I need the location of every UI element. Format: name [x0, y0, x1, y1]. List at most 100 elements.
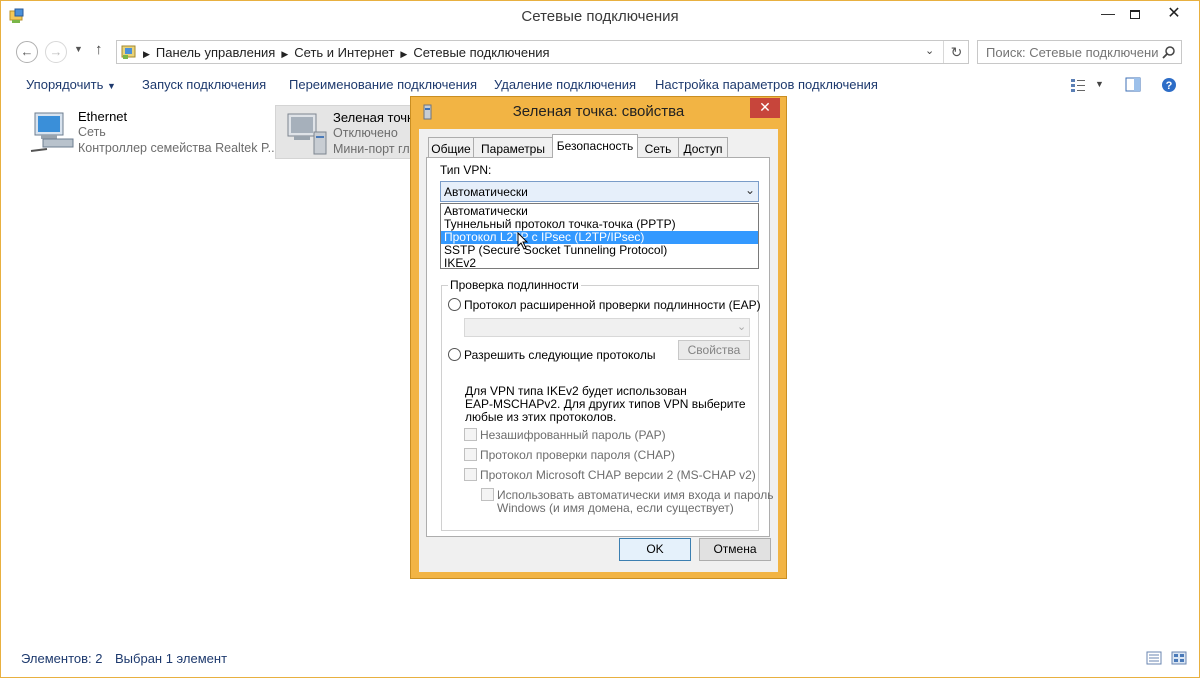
close-icon: ✕: [1167, 5, 1181, 22]
tab-sharing[interactable]: Доступ: [678, 137, 728, 157]
eap-radio[interactable]: [448, 298, 461, 311]
auth-group-label: Проверка подлинности: [448, 278, 581, 292]
title-bar: Сетевые подключения — ✕: [1, 1, 1199, 33]
search-input[interactable]: [978, 41, 1158, 63]
vpn-adapter-icon: [287, 113, 327, 155]
organize-menu[interactable]: Упорядочить ▼: [26, 77, 116, 92]
back-arrow-icon: ←: [20, 44, 34, 59]
authentication-group: Проверка подлинности Протокол расширенно…: [441, 278, 773, 531]
mouse-cursor-icon: [517, 232, 529, 250]
connection-device: Мини-порт гл: [333, 142, 410, 156]
autologon-label-line2: Windows (и имя домена, если существует): [497, 501, 734, 515]
chap-checkbox[interactable]: [464, 448, 477, 461]
window-title: Сетевые подключения: [521, 8, 679, 25]
address-bar[interactable]: ▶ Панель управления ▶ Сеть и Интернет ▶ Сетев…: [116, 40, 969, 64]
svg-text:?: ?: [1166, 80, 1173, 92]
view-options-dropdown[interactable]: ▼: [1095, 79, 1104, 89]
vpn-type-value: Автоматически: [444, 185, 528, 199]
address-dropdown-button[interactable]: ⌄: [925, 44, 934, 57]
navigation-bar: ← → ▼ ↑ ▶ Панель управления ▶ Сеть и Интерн…: [1, 35, 1199, 67]
minimize-icon: —: [1101, 5, 1115, 21]
tab-network[interactable]: Сеть: [637, 137, 679, 157]
search-icon[interactable]: [1162, 45, 1176, 59]
maximize-button[interactable]: [1121, 1, 1149, 25]
preview-pane-icon[interactable]: [1125, 77, 1141, 92]
large-icons-view-icon[interactable]: [1171, 651, 1187, 665]
list-item[interactable]: Ethernet Сеть Контроллер семейства Realt…: [21, 105, 278, 159]
chevron-down-icon: ⌄: [745, 183, 756, 197]
allow-protocols-label: Разрешить следующие протоколы: [464, 348, 656, 362]
eap-properties-button[interactable]: Свойства: [678, 340, 750, 360]
breadcrumb-control-panel[interactable]: Панель управления: [156, 45, 275, 60]
dialog-close-button[interactable]: ✕: [750, 98, 780, 118]
recent-locations-dropdown[interactable]: ▼: [74, 44, 83, 54]
connection-status: Отключено: [333, 126, 398, 140]
details-view-icon[interactable]: [1146, 651, 1162, 665]
properties-dialog: Зеленая точка: свойства ✕ Общие Параметр…: [410, 96, 787, 579]
connection-name: Ethernet: [78, 109, 128, 124]
refresh-icon: ↻: [950, 44, 963, 60]
dialog-title: Зеленая точка: свойства: [512, 103, 685, 120]
connection-status: Сеть: [78, 125, 106, 139]
connection-settings-button[interactable]: Настройка параметров подключения: [655, 77, 878, 92]
breadcrumb-network-connections[interactable]: Сетевые подключения: [413, 45, 549, 60]
eap-label: Протокол расширенной проверки подлинност…: [464, 298, 761, 312]
rename-connection-button[interactable]: Переименование подключения: [289, 77, 477, 92]
ok-button[interactable]: OK: [619, 538, 691, 561]
dialog-body: Общие Параметры Безопасность Сеть Доступ…: [419, 129, 778, 572]
mschap-checkbox[interactable]: [464, 468, 477, 481]
minimize-button[interactable]: —: [1094, 1, 1122, 25]
pap-checkbox[interactable]: [464, 428, 477, 441]
vpn-type-select[interactable]: Автоматически ⌄: [440, 181, 759, 202]
cancel-button[interactable]: Отмена: [699, 538, 771, 561]
status-bar: Элементов: 2 Выбран 1 элемент: [1, 647, 1199, 671]
change-view-icon[interactable]: [1070, 78, 1086, 93]
pap-label: Незашифрованный пароль (PAP): [480, 428, 666, 442]
chevron-down-icon: ▼: [74, 44, 83, 54]
close-button[interactable]: ✕: [1150, 1, 1198, 25]
forward-arrow-icon: →: [49, 44, 63, 59]
allow-protocols-radio[interactable]: [448, 348, 461, 361]
search-box[interactable]: [977, 40, 1182, 64]
tab-security[interactable]: Безопасность: [552, 134, 638, 158]
ethernet-adapter-icon: [30, 112, 74, 152]
breadcrumb-separator-icon: ▶: [281, 49, 289, 59]
chap-label: Протокол проверки пароля (CHAP): [480, 448, 676, 462]
mschap-label: Протокол Microsoft CHAP версии 2 (MS-CHA…: [480, 468, 756, 482]
chevron-down-icon: ⌄: [737, 321, 747, 333]
selection-count: Выбран 1 элемент: [115, 651, 228, 666]
delete-connection-button[interactable]: Удаление подключения: [494, 77, 636, 92]
tab-general[interactable]: Общие: [428, 137, 474, 157]
help-icon[interactable]: ?: [1161, 77, 1177, 93]
protocols-note-line3: любые из этих протоколов.: [465, 410, 617, 424]
connection-name: Зеленая точка: [333, 110, 421, 125]
vpn-option-sstp[interactable]: SSTP (Secure Socket Tunneling Protocol): [441, 244, 758, 257]
up-arrow-icon: ↑: [95, 41, 103, 58]
chevron-down-icon: ▼: [1095, 79, 1104, 89]
tab-parameters[interactable]: Параметры: [473, 137, 553, 157]
refresh-button[interactable]: ↻: [943, 41, 969, 63]
breadcrumb-network-internet[interactable]: Сеть и Интернет: [294, 45, 394, 60]
protocols-note-line2: EAP-MSCHAPv2. Для других типов VPN выбер…: [465, 397, 746, 411]
eap-method-select[interactable]: ⌄: [464, 318, 750, 337]
security-tab-panel: Тип VPN: Автоматически ⌄ Автоматически Т…: [426, 157, 773, 537]
item-count: Элементов: 2: [21, 651, 103, 666]
vpn-type-dropdown-list: Автоматически Туннельный протокол точка-…: [440, 203, 759, 269]
control-panel-icon: [121, 45, 136, 59]
autologon-label-line1: Использовать автоматически имя входа и п…: [497, 488, 774, 502]
vpn-option-ikev2[interactable]: IKEv2: [441, 257, 758, 270]
vpn-type-label: Тип VPN:: [440, 163, 492, 177]
back-button[interactable]: ←: [16, 41, 38, 63]
breadcrumb: ▶ Панель управления ▶ Сеть и Интернет ▶ Сетев…: [143, 45, 556, 60]
connection-device: Контроллер семейства Realtek P...: [78, 141, 279, 155]
start-connection-button[interactable]: Запуск подключения: [142, 77, 266, 92]
list-item-selected[interactable]: Зеленая точка Отключено Мини-порт гл: [275, 105, 420, 159]
chevron-down-icon: ▼: [106, 81, 116, 91]
breadcrumb-separator-icon: ▶: [400, 49, 408, 59]
autologon-checkbox[interactable]: [481, 488, 494, 501]
command-bar: Упорядочить ▼ Запуск подключения Переиме…: [1, 71, 1199, 99]
breadcrumb-separator-icon: ▶: [143, 49, 150, 59]
forward-button[interactable]: →: [45, 41, 67, 63]
up-button[interactable]: ↑: [95, 41, 103, 58]
protocols-note-line1: Для VPN типа IKEv2 будет использован: [465, 384, 687, 398]
